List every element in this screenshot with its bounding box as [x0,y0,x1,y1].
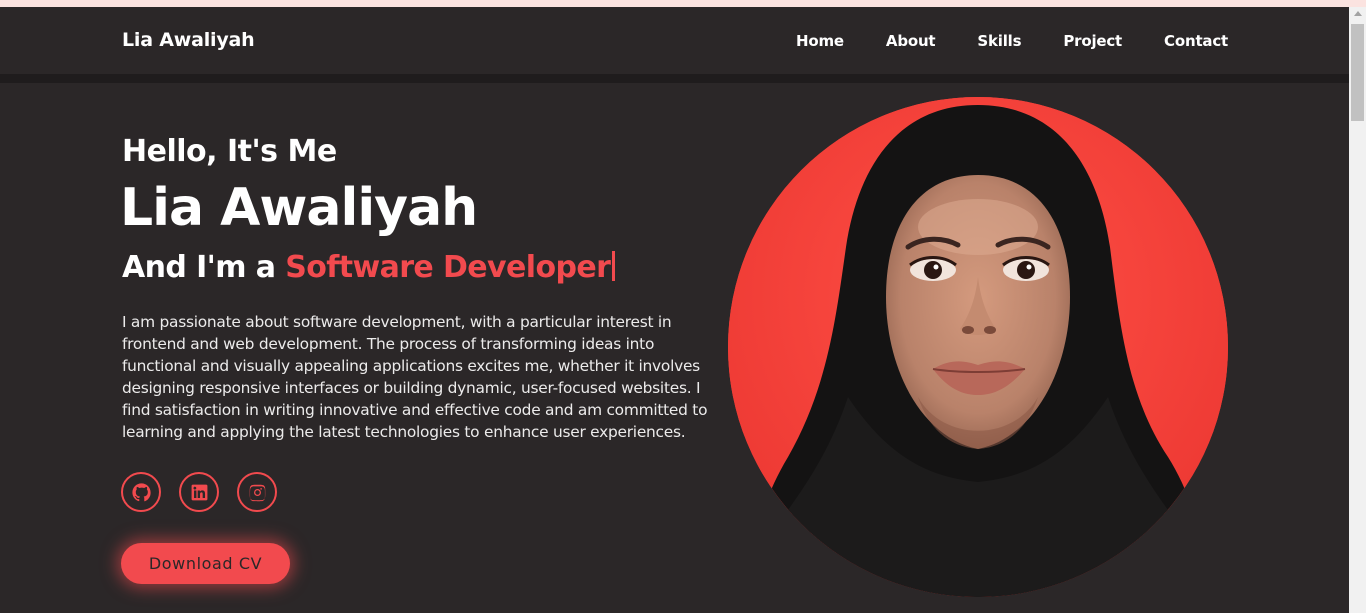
social-links [121,472,295,512]
nav-links: Home About Skills Project Contact [796,32,1228,50]
scroll-up-arrow-icon[interactable] [1354,11,1362,16]
navbar-shadow [0,74,1349,83]
github-link[interactable] [121,472,161,512]
instagram-link[interactable] [237,472,277,512]
role-highlight: Software Developer [285,250,611,285]
hero-name: Lia Awaliyah [120,178,478,238]
nav-link-contact[interactable]: Contact [1164,32,1228,50]
typing-caret [612,251,616,281]
github-icon [131,482,151,501]
nav-link-project[interactable]: Project [1063,32,1122,50]
instagram-icon [249,484,265,501]
nav-link-home[interactable]: Home [796,32,844,50]
hero-description: I am passionate about software developme… [122,313,708,441]
nav-link-about[interactable]: About [886,32,936,50]
linkedin-link[interactable] [179,472,219,512]
scrollbar-thumb[interactable] [1351,24,1364,121]
brand-logo[interactable]: Lia Awaliyah [122,29,255,51]
profile-photo [728,97,1228,597]
navbar: Lia Awaliyah Home About Skills Project C… [0,7,1349,74]
linkedin-icon [191,484,207,500]
hero-greeting: Hello, It's Me [122,134,337,169]
hero-role: And I'm a Software Developer [122,250,616,285]
role-prefix: And I'm a [122,250,276,285]
profile-portrait-illustration [728,97,1228,597]
nav-link-skills[interactable]: Skills [977,32,1021,50]
download-cv-button[interactable]: Download CV [121,543,290,584]
browser-top-strip [0,0,1366,7]
